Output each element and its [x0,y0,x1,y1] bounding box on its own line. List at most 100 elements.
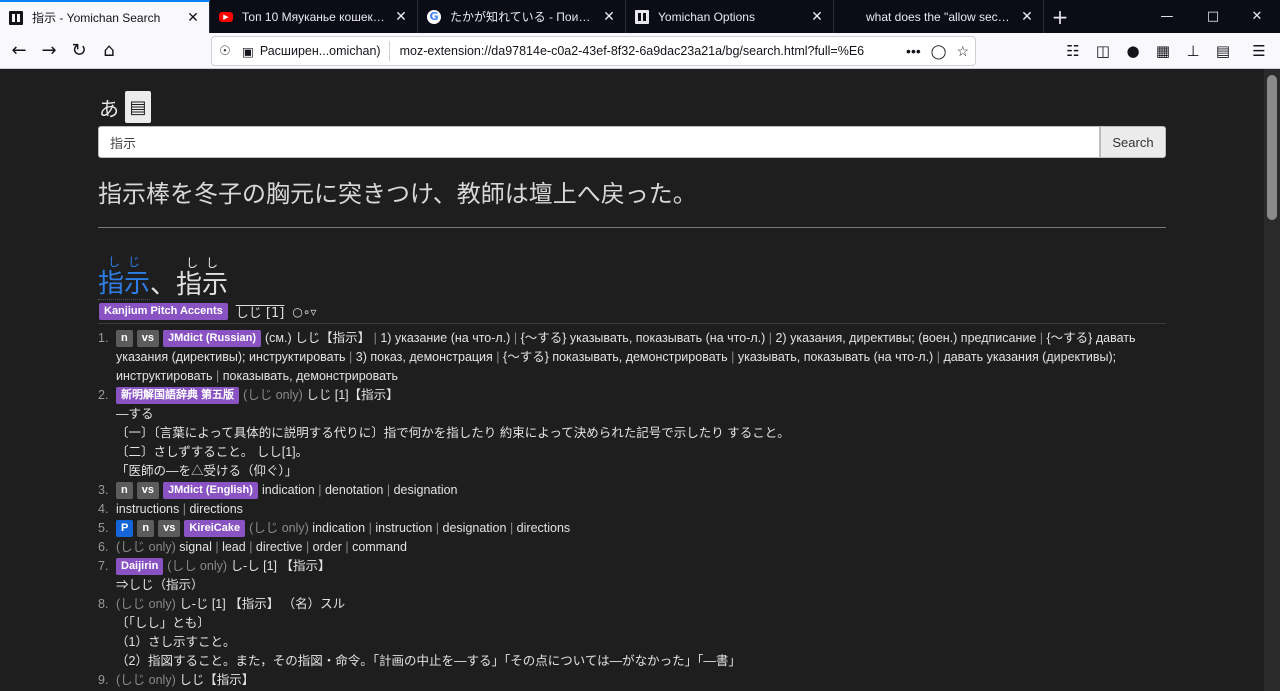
gloss-text: し-し [1] 【指示】 [230,559,331,573]
definition-tag[interactable]: KireiCake [184,520,246,537]
sentence-text[interactable]: 指示棒を冬子の胸元に突きつけ、教師は壇上へ戻った。 [98,174,697,209]
headword-secondary[interactable]: しし 指示 [176,256,228,300]
tab-close-icon[interactable]: ✕ [185,10,201,26]
tab[interactable]: what does the "allow secondary ✕ [834,0,1044,33]
extension-label: Расширен...omichan) [259,44,381,58]
definition-tag[interactable]: vs [136,482,159,499]
minimize-button[interactable]: — [1144,0,1190,33]
divider [98,323,1166,324]
reading-restriction: (しじ only) [243,388,307,402]
search-header: あ ▤ [99,91,151,123]
clipboard-toolbar-icon[interactable]: ▤ [1208,36,1238,66]
reload-icon[interactable]: ↻ [64,36,94,66]
gloss-extra-line: （1）さし示すこと。 [116,635,236,649]
tab-title: what does the "allow secondary [866,9,1013,24]
extension-identity[interactable]: ▣ Расширен...omichan) [238,41,390,61]
pitch-dictionary-tag[interactable]: Kanjium Pitch Accents [99,303,228,320]
gloss-text: indication | denotation | designation [261,483,458,497]
pitch-graph-icon[interactable]: ○∘▿ [292,305,316,319]
definition-body: Pn vs KireiCake (しじ only) indication | inst… [116,519,1166,538]
google-icon: G [426,9,442,25]
tab-close-icon[interactable]: ✕ [393,9,409,25]
definition-number: 5. [98,521,109,535]
definition-tag[interactable]: n [137,520,155,537]
definition-body: n vs JMdict (English) indication | denotati… [116,481,1166,500]
headword-kanji[interactable]: 指示 [98,269,151,300]
search-button[interactable]: Search [1100,126,1166,158]
definition-tag[interactable]: P [116,520,134,537]
definition-tag[interactable]: n [116,330,133,347]
maximize-button[interactable]: □ [1190,0,1236,33]
scrollbar[interactable] [1264,69,1280,691]
headword-separator: 、 [150,270,177,300]
tab[interactable]: 指示 - Yomichan Search ✕ [0,0,210,33]
headword-kanji[interactable]: 指示 [176,270,228,300]
definition-item: 4. instructions | directions [98,500,1166,519]
gloss-extra-line: 〔「しし」とも〕 [116,616,210,630]
gloss-text: しじ【指示】 [179,673,255,687]
definition-tag[interactable]: 新明解国語辞典 第五版 [116,387,240,404]
wanakana-toggle[interactable]: あ [99,93,119,122]
pitch-accents: Kanjium Pitch Accents しじ [1] ○∘▿ [99,302,316,321]
forward-icon[interactable]: → [34,36,64,66]
gloss-extra-line: 〔一〕〔言葉によって具体的に説明する代りに〕指で何かを指したり 約束によって決め… [116,426,790,440]
shield-icon[interactable]: ☉ [212,43,238,59]
back-icon[interactable]: ← [4,36,34,66]
definition-tag[interactable]: JMdict (Russian) [162,330,261,347]
url-bar[interactable]: ☉ ▣ Расширен...omichan) moz-extension://d… [211,36,976,66]
tab-title: Топ 10 Мяуканье кошек которые [242,9,387,24]
gloss-text: instructions | directions [116,502,243,516]
bookmark-star-icon[interactable]: ☆ [956,43,969,60]
tab-title: Yomichan Options [658,9,755,24]
definition-item: 6. (しじ only) signal | lead | directive | … [98,538,1166,557]
tab-title: 指示 - Yomichan Search [32,11,161,25]
gloss-text: し-じ [1] 【指示】 （名）スル [179,597,346,611]
definition-body: Daijirin (しし only) し-し [1] 【指示】 ⇒しじ（指示） [116,557,1166,595]
definition-tag[interactable]: vs [158,520,181,537]
definition-tag[interactable]: vs [136,330,159,347]
definition-body: n vs JMdict (Russian) (см.) しじ【指示】 | 1) ука… [116,329,1166,386]
reading-restriction: (しじ only) [116,540,180,554]
tab-close-icon[interactable]: ✕ [809,9,825,25]
definition-item: 3. n vs JMdict (English) indication | denota… [98,481,1166,500]
library-icon[interactable]: ☷ [1058,36,1088,66]
tab-strip: 指示 - Yomichan Search ✕ ▶ Топ 10 Мяуканье ко… [0,0,1280,33]
reading-restriction: (しし only) [167,559,231,573]
clipboard-icon[interactable]: ▤ [125,91,151,123]
scrollbar-thumb[interactable] [1267,75,1277,220]
definition-tag[interactable]: Daijirin [116,558,164,575]
close-window-button[interactable]: ✕ [1234,0,1280,33]
page-actions-icon[interactable]: ••• [906,43,921,59]
tab-close-icon[interactable]: ✕ [1019,9,1035,25]
home-icon[interactable]: ⌂ [94,36,124,66]
pocket-icon[interactable]: ◯ [931,43,947,60]
yomichan-icon [634,9,650,25]
headword-primary[interactable]: しじ 指示 [98,255,151,300]
reading-restriction: (しじ only) [116,673,180,687]
tab-close-icon[interactable]: ✕ [601,9,617,25]
definition-number: 8. [98,597,109,611]
definition-number: 1. [98,331,109,345]
definition-tag[interactable]: n [116,482,133,499]
new-tab-button[interactable]: + [1044,0,1076,33]
definition-item: 2. 新明解国語辞典 第五版 (しじ only) しじ [1]【指示】 —する 〔一〕〔… [98,386,1166,481]
url-text[interactable]: moz-extension://da97814e-c0a2-43ef-8f32-… [390,44,906,58]
reading-restriction: (しじ only) [249,521,313,535]
account-icon[interactable]: ● [1118,36,1148,66]
definition-tag[interactable]: JMdict (English) [162,482,258,499]
pin-icon[interactable]: ⊥ [1178,36,1208,66]
navigation-bar: ← → ↻ ⌂ ☉ ▣ Расширен...omichan) moz-exten… [0,33,1280,69]
gloss-text: indication | instruction | designation |… [312,521,571,535]
search-input[interactable]: 指示 [98,126,1100,158]
youtube-icon: ▶ [218,9,234,25]
sidebar-icon[interactable]: ◫ [1088,36,1118,66]
tab-favicon-placeholder [842,9,858,25]
definition-number: 3. [98,483,109,497]
tab[interactable]: G たかが知れている - Поиск в Google ✕ [418,0,626,33]
definition-list: 1. n vs JMdict (Russian) (см.) しじ【指示】 | 1) у… [98,329,1166,690]
gloss-text: (см.) しじ【指示】 | 1) указание (на что-л.) |… [116,331,1136,383]
menu-icon[interactable]: ☰ [1244,36,1274,66]
tab[interactable]: ▶ Топ 10 Мяуканье кошек которые ✕ [210,0,418,33]
tab[interactable]: Yomichan Options ✕ [626,0,834,33]
yomichan-toolbar-icon[interactable]: ▦ [1148,36,1178,66]
